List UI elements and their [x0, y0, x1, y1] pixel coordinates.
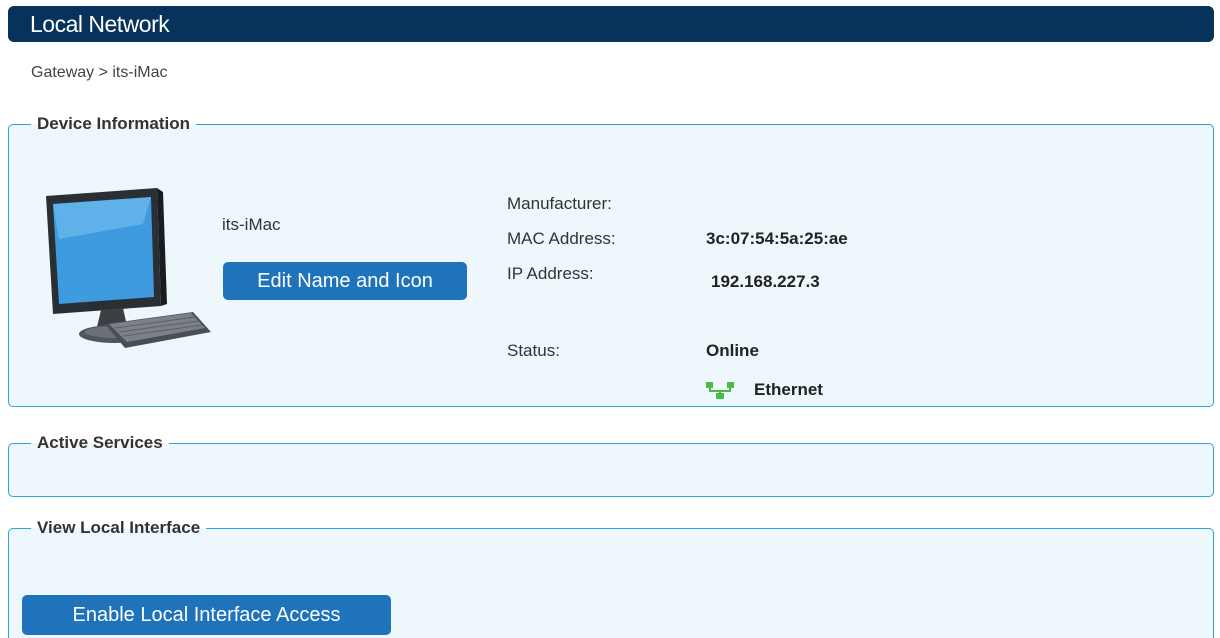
active-services-legend: Active Services: [37, 433, 163, 452]
view-local-interface-panel: View Local Interface Enable Local Interf…: [8, 518, 1214, 638]
status-label: Status:: [507, 341, 560, 360]
page-title: Local Network: [30, 11, 170, 37]
active-services-panel: Active Services: [8, 433, 1214, 497]
manufacturer-label: Manufacturer:: [507, 194, 612, 213]
view-local-interface-legend: View Local Interface: [37, 518, 201, 537]
ip-address-value: 192.168.227.3: [711, 272, 820, 291]
edit-name-and-icon-button[interactable]: Edit Name and Icon: [223, 262, 467, 300]
desktop-computer-icon: [46, 188, 211, 348]
breadcrumb: Gateway > its-iMac: [31, 64, 168, 81]
device-name: its-iMac: [222, 215, 281, 234]
device-information-legend: Device Information: [37, 114, 191, 133]
mac-address-value: 3c:07:54:5a:25:ae: [706, 229, 848, 248]
status-value: Online: [706, 341, 759, 360]
page-header: Local Network: [8, 6, 1214, 42]
connection-type-value: Ethernet: [754, 380, 823, 399]
mac-address-label: MAC Address:: [507, 229, 616, 248]
ethernet-icon: [706, 382, 734, 399]
enable-local-interface-access-button[interactable]: Enable Local Interface Access: [22, 595, 391, 635]
device-information-panel: Device Information its-iMac Edit Name an…: [8, 114, 1214, 407]
ip-address-label: IP Address:: [507, 264, 594, 283]
